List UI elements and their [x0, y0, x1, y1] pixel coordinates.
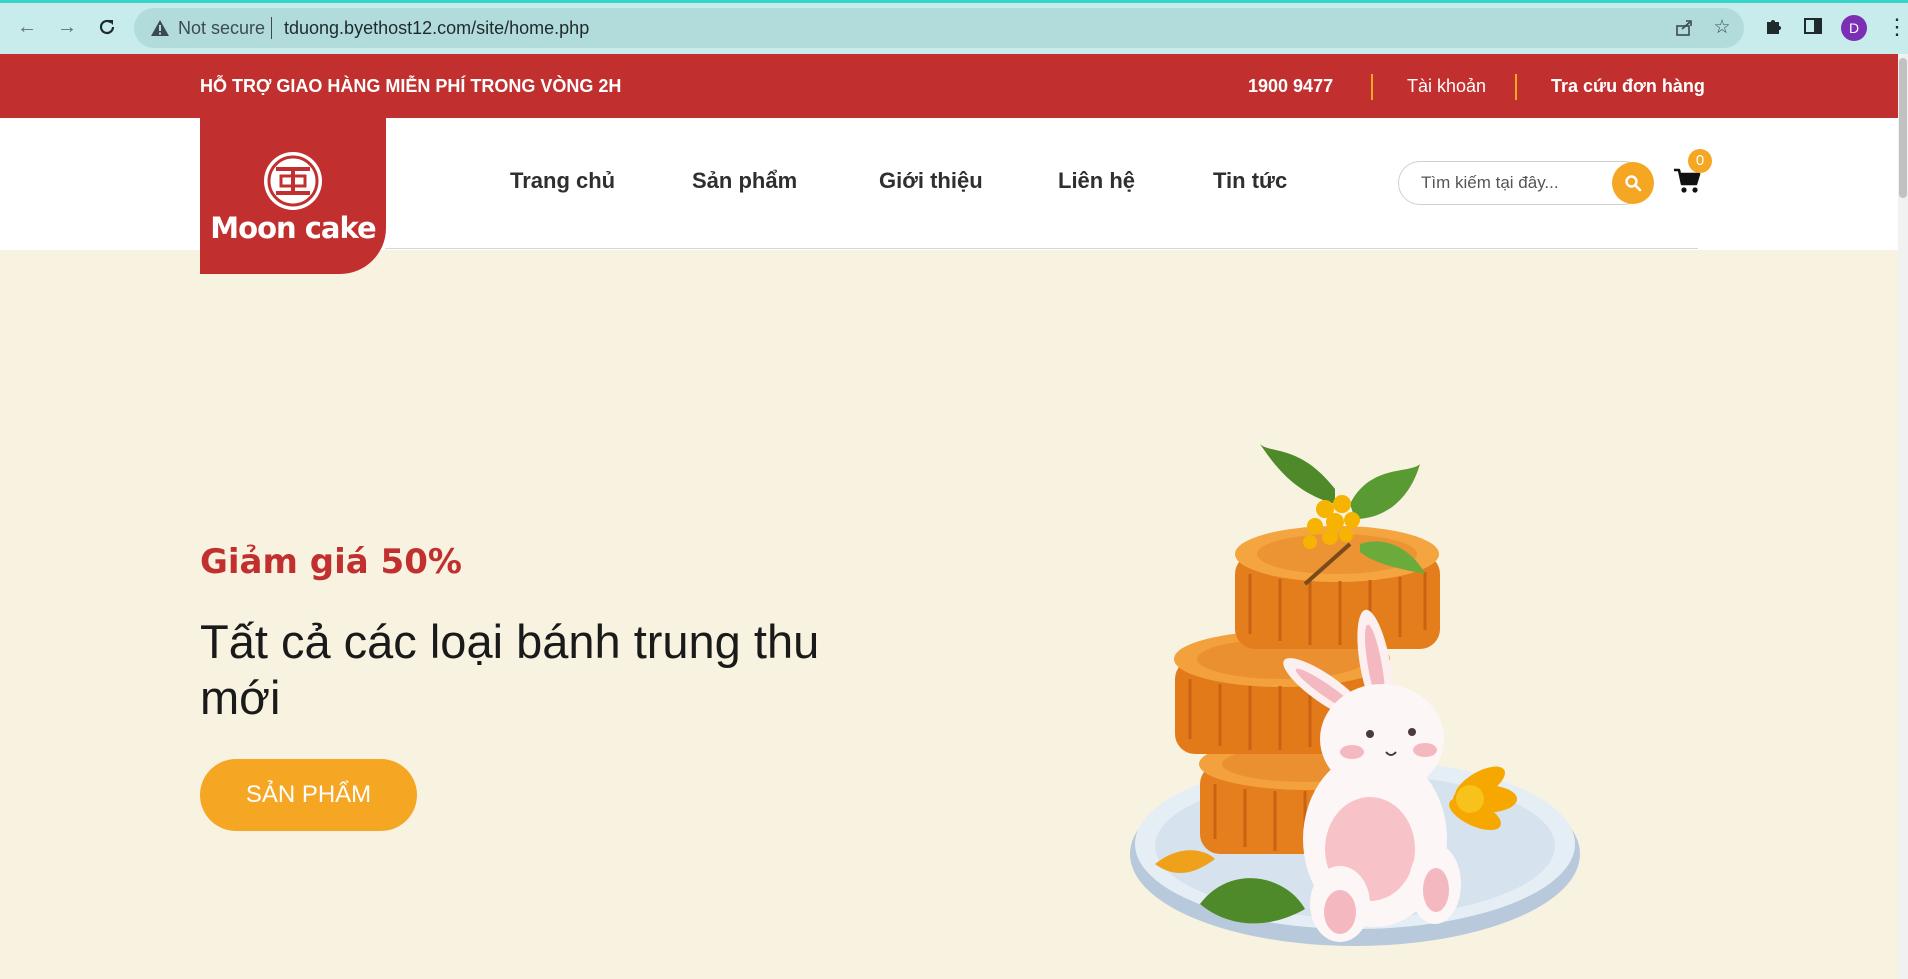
nav-item-news[interactable]: Tin tức: [1213, 168, 1287, 194]
divider: [1371, 74, 1373, 100]
warning-icon: [151, 20, 169, 36]
nav-item-contact[interactable]: Liên hệ: [1058, 168, 1135, 194]
page-viewport: HỖ TRỢ GIAO HÀNG MIỄN PHÍ TRONG VÒNG 2H …: [0, 54, 1898, 979]
site-logo[interactable]: Moon cake: [200, 118, 386, 274]
order-lookup-link[interactable]: Tra cứu đơn hàng: [1551, 76, 1705, 97]
hero-headline: Tất cả các loại bánh trung thu mới: [200, 615, 820, 724]
header-divider: [385, 248, 1698, 249]
mooncake-rabbit-illustration: [1130, 444, 1580, 946]
nav-item-about[interactable]: Giới thiệu: [879, 168, 983, 194]
divider: [271, 17, 272, 39]
back-arrow-icon[interactable]: ←: [14, 14, 40, 40]
side-panel-icon[interactable]: [1802, 16, 1824, 38]
search-box: [1398, 161, 1646, 205]
products-cta-button[interactable]: SẢN PHẨM: [200, 759, 417, 831]
tab-accent-line: [0, 0, 1908, 3]
profile-avatar[interactable]: D: [1841, 15, 1867, 41]
url-text[interactable]: tduong.byethost12.com/site/home.php: [284, 18, 589, 39]
forward-arrow-icon[interactable]: →: [54, 14, 80, 40]
logo-text: Moon cake: [210, 211, 376, 245]
reload-icon[interactable]: [94, 14, 120, 40]
hero-discount: Giảm giá 50%: [200, 542, 462, 582]
nav-item-products[interactable]: Sản phẩm: [692, 168, 797, 194]
search-icon: [1625, 175, 1642, 192]
top-info-bar: HỖ TRỢ GIAO HÀNG MIỄN PHÍ TRONG VÒNG 2H …: [0, 54, 1898, 118]
free-delivery-notice: HỖ TRỢ GIAO HÀNG MIỄN PHÍ TRONG VÒNG 2H: [200, 76, 622, 96]
share-icon[interactable]: [1674, 18, 1694, 38]
search-input[interactable]: [1419, 171, 1583, 195]
scrollbar-thumb[interactable]: [1899, 58, 1907, 198]
hotline-number[interactable]: 1900 9477: [1248, 76, 1333, 97]
divider: [1515, 74, 1517, 100]
browser-toolbar: ← → Not secure tduong.byethost12.com/sit…: [0, 0, 1908, 54]
extensions-puzzle-icon[interactable]: [1762, 16, 1784, 38]
page-scrollbar[interactable]: [1898, 54, 1908, 979]
moon-cake-emblem-icon: [264, 152, 322, 210]
search-button[interactable]: [1612, 162, 1654, 204]
address-bar[interactable]: Not secure tduong.byethost12.com/site/ho…: [134, 8, 1744, 48]
security-label[interactable]: Not secure: [178, 18, 265, 39]
cart-count-badge: 0: [1688, 149, 1712, 173]
account-link[interactable]: Tài khoản: [1407, 76, 1486, 97]
bookmark-star-icon[interactable]: ☆: [1712, 18, 1732, 38]
browser-menu-icon[interactable]: ⋮: [1886, 14, 1908, 40]
nav-item-home[interactable]: Trang chủ: [510, 168, 615, 194]
